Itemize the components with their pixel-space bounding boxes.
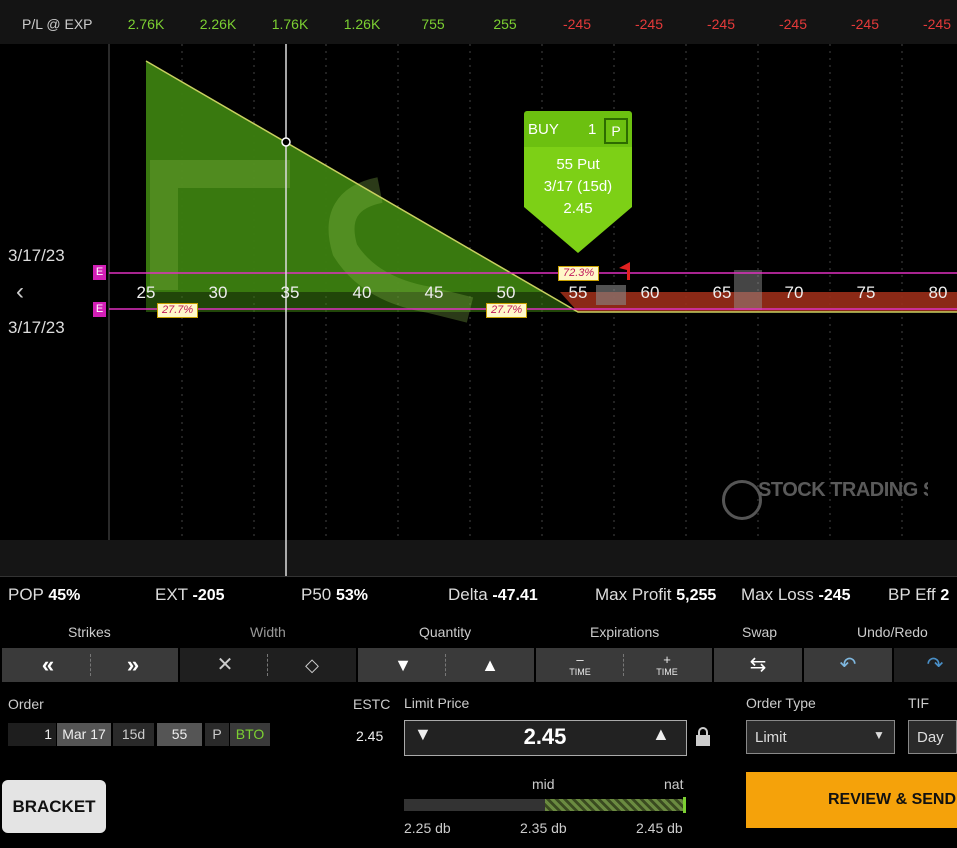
pl-value: 755 — [421, 16, 445, 32]
expirations-heading: Expirations — [590, 624, 660, 640]
divider — [90, 654, 92, 676]
max-loss-stat: Max Loss -245 — [741, 585, 851, 604]
double-chevron-right-icon[interactable]: » — [115, 648, 151, 682]
probability-badge-mid: 27.7% — [486, 303, 528, 318]
divider — [623, 654, 625, 676]
pl-value: -245 — [922, 16, 952, 32]
price-meter-fill — [545, 799, 686, 811]
narrow-width-icon[interactable]: ✕ — [207, 648, 243, 682]
strike-label[interactable]: 40 — [340, 283, 384, 303]
pl-value: -245 — [634, 16, 664, 32]
expiration-date-bottom: 3/17/23 — [8, 318, 65, 337]
review-and-send-button[interactable]: REVIEW & SEND — [746, 772, 957, 828]
pl-value: 255 — [493, 16, 517, 32]
strike-label[interactable]: 30 — [196, 283, 240, 303]
redo-icon: ↷ — [926, 654, 944, 676]
bp-eff-stat: BP Eff 2 — [888, 585, 950, 604]
delta-stat: Delta -47.41 — [448, 585, 538, 604]
order-qty[interactable]: 1 — [8, 723, 56, 746]
widen-width-icon[interactable]: ◇ — [294, 648, 330, 682]
tif-label: TIF — [908, 695, 929, 711]
estc-value: 2.45 — [356, 728, 384, 744]
decrease-time-button[interactable]: – TIME — [560, 651, 600, 678]
pl-value: 1.26K — [343, 16, 381, 32]
meter-nat-label: nat — [664, 776, 684, 792]
undo-redo-heading: Undo/Redo — [857, 624, 928, 640]
pl-value: -245 — [850, 16, 880, 32]
probability-badge-right: 72.3% — [558, 266, 600, 281]
divider — [445, 654, 447, 676]
bubble-line-strike: 55 Put — [556, 156, 600, 173]
watermark-logo-icon — [722, 480, 762, 520]
width-heading: Width — [250, 624, 286, 640]
bracket-button[interactable]: BRACKET — [2, 780, 106, 833]
meter-mid-label: mid — [532, 776, 555, 792]
quantity-down-icon[interactable]: ▼ — [385, 648, 421, 682]
tif-select[interactable]: Day — [908, 720, 957, 754]
order-dte: 15d — [113, 723, 154, 746]
pop-stat: POP 45% — [8, 585, 81, 604]
pl-value: -245 — [778, 16, 808, 32]
pl-value: 2.76K — [127, 16, 165, 32]
strike-label[interactable]: 70 — [772, 283, 816, 303]
bubble-type-badge[interactable]: P — [604, 118, 628, 144]
strike-label[interactable]: 75 — [844, 283, 888, 303]
order-type[interactable]: P — [205, 723, 229, 746]
chevron-left-icon[interactable]: ‹ — [16, 280, 24, 304]
bubble-side[interactable]: BUY — [528, 121, 559, 138]
limit-price-value[interactable]: 2.45 — [500, 724, 590, 750]
order-expiry[interactable]: Mar 17 — [57, 723, 111, 746]
swap-icon: ⇆ — [749, 654, 767, 676]
price-meter-marker — [683, 797, 686, 813]
increase-time-button[interactable]: + TIME — [647, 651, 687, 678]
lock-icon[interactable] — [695, 726, 711, 746]
meter-low: 2.25 db — [404, 820, 451, 836]
limit-price-up-icon[interactable]: ▲ — [652, 724, 670, 745]
strike-label[interactable]: 55 — [556, 283, 600, 303]
pl-value: 2.26K — [199, 16, 237, 32]
divider — [267, 654, 269, 676]
ext-stat: EXT -205 — [155, 585, 225, 604]
chevron-down-icon: ▼ — [873, 728, 885, 742]
strike-label[interactable]: 45 — [412, 283, 456, 303]
undo-icon: ↶ — [839, 654, 857, 676]
pl-label: P/L @ EXP — [22, 16, 93, 32]
watermark-text: STOCK TRADING SCHOOL — [758, 481, 928, 500]
meter-high: 2.45 db — [636, 820, 683, 836]
meter-middle: 2.35 db — [520, 820, 567, 836]
strike-label[interactable]: 50 — [484, 283, 528, 303]
strike-label[interactable]: 60 — [628, 283, 672, 303]
quantity-heading: Quantity — [419, 624, 472, 640]
double-chevron-left-icon[interactable]: « — [30, 648, 66, 682]
strike-label[interactable]: 65 — [700, 283, 744, 303]
expiration-marker-bottom[interactable]: E — [93, 302, 106, 317]
pl-value: 1.76K — [271, 16, 309, 32]
p50-stat: P50 53% — [301, 585, 369, 604]
order-strike[interactable]: 55 — [157, 723, 202, 746]
strikes-heading: Strikes — [68, 624, 111, 640]
order-action[interactable]: BTO — [230, 723, 270, 746]
strike-label[interactable]: 80 — [916, 283, 957, 303]
bubble-qty[interactable]: 1 — [588, 121, 596, 138]
pl-value: -245 — [562, 16, 592, 32]
limit-price-down-icon[interactable]: ▼ — [414, 724, 432, 745]
bubble-line-price: 2.45 — [563, 200, 593, 217]
strike-label[interactable]: 35 — [268, 283, 312, 303]
probability-badge-left: 27.7% — [157, 303, 199, 318]
swap-heading: Swap — [742, 624, 778, 640]
order-label: Order — [8, 696, 44, 712]
expiration-marker-top[interactable]: E — [93, 265, 106, 280]
bubble-line-expiry: 3/17 (15d) — [543, 178, 613, 195]
quantity-up-icon[interactable]: ▲ — [472, 648, 508, 682]
max-profit-stat: Max Profit 5,255 — [595, 585, 717, 604]
estc-label: ESTC — [353, 696, 391, 712]
pl-value: -245 — [706, 16, 736, 32]
expiration-date-top: 3/17/23 — [8, 246, 65, 265]
limit-price-label: Limit Price — [404, 695, 470, 711]
order-type-label: Order Type — [746, 695, 816, 711]
strike-label[interactable]: 25 — [124, 283, 168, 303]
